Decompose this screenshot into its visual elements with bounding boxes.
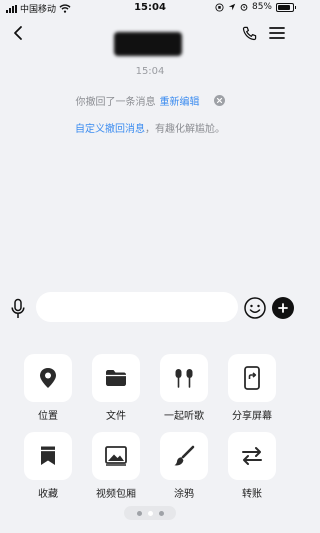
more-menu-button[interactable]: [265, 22, 289, 44]
paint-brush-icon: [174, 445, 195, 466]
plus-icon: [278, 303, 288, 313]
screen-rotation-lock-icon: [215, 2, 224, 12]
page-indicator[interactable]: [124, 506, 176, 520]
hamburger-menu-icon: [269, 27, 285, 39]
re-edit-link[interactable]: 重新编辑: [160, 93, 200, 108]
emoji-button[interactable]: [243, 296, 267, 320]
call-button[interactable]: [238, 22, 260, 44]
action-label: 位置: [38, 411, 58, 422]
smiley-icon: [244, 297, 266, 319]
bookmark-icon: [41, 446, 55, 465]
message-input[interactable]: [36, 292, 238, 322]
phone-icon: [242, 26, 256, 40]
action-file[interactable]: 文件: [84, 354, 148, 422]
page-dot[interactable]: [136, 510, 142, 516]
action-label: 一起听歌: [164, 411, 204, 422]
location-pin-icon: [40, 368, 56, 388]
action-doodle[interactable]: 涂鸦: [152, 432, 216, 500]
folder-icon: [106, 370, 126, 386]
action-tile: [24, 354, 72, 402]
action-label: 分享屏幕: [232, 411, 272, 422]
message-timestamp: 15:04: [135, 66, 165, 77]
action-tile: [228, 354, 276, 402]
action-tile: [160, 354, 208, 402]
action-label: 文件: [106, 411, 126, 422]
action-share-screen[interactable]: 分享屏幕: [220, 354, 284, 422]
transfer-arrows-icon: [242, 447, 262, 465]
action-tile: [24, 432, 72, 480]
battery-percent: 85%: [251, 2, 272, 12]
close-icon[interactable]: [213, 95, 225, 106]
action-label: 转账: [242, 489, 262, 500]
action-transfer[interactable]: 转账: [220, 432, 284, 500]
alarm-icon: [240, 4, 248, 11]
input-bar: [0, 290, 300, 326]
back-button[interactable]: [8, 22, 28, 44]
battery-icon: [276, 2, 296, 12]
voice-button[interactable]: [7, 296, 29, 322]
custom-recall-link[interactable]: 自定义撤回消息: [75, 124, 145, 135]
chat-header: [0, 18, 300, 56]
action-tile: [228, 432, 276, 480]
chevron-left-icon: [14, 26, 22, 40]
earphones-icon: [175, 369, 193, 388]
custom-recall-tip: 自定义撤回消息，有趣化解尴尬。: [0, 120, 300, 135]
page-dot-active[interactable]: [147, 510, 153, 516]
chat-messages: 15:04 你撤回了一条消息 重新编辑 自定义撤回消息，有趣化解尴尬。: [0, 56, 300, 286]
status-right: 85%: [215, 2, 296, 12]
recall-notice: 你撤回了一条消息 重新编辑: [0, 93, 300, 108]
actions-panel: 位置 文件 一起听歌 分享屏幕 收藏 视频包厢 涂鸦 转账: [0, 340, 300, 533]
video-room-icon: [105, 446, 127, 466]
action-label: 视频包厢: [96, 489, 136, 500]
action-favorites[interactable]: 收藏: [16, 432, 80, 500]
screen-share-icon: [244, 366, 260, 390]
action-video-room[interactable]: 视频包厢: [84, 432, 148, 500]
more-actions-button[interactable]: [272, 297, 294, 319]
action-tile: [92, 354, 140, 402]
action-tile: [160, 432, 208, 480]
action-tile: [92, 432, 140, 480]
microphone-icon: [11, 298, 25, 318]
location-arrow-icon: [228, 3, 236, 11]
custom-recall-text: ，有趣化解尴尬。: [145, 124, 225, 135]
action-label: 涂鸦: [174, 489, 194, 500]
recall-text: 你撤回了一条消息: [75, 97, 156, 108]
page-dot[interactable]: [158, 510, 164, 516]
action-location[interactable]: 位置: [16, 354, 80, 422]
action-listen-together[interactable]: 一起听歌: [152, 354, 216, 422]
action-label: 收藏: [38, 489, 58, 500]
contact-name-redacted[interactable]: [114, 32, 182, 56]
status-bar: 中国移动 15:04 85%: [0, 0, 300, 16]
